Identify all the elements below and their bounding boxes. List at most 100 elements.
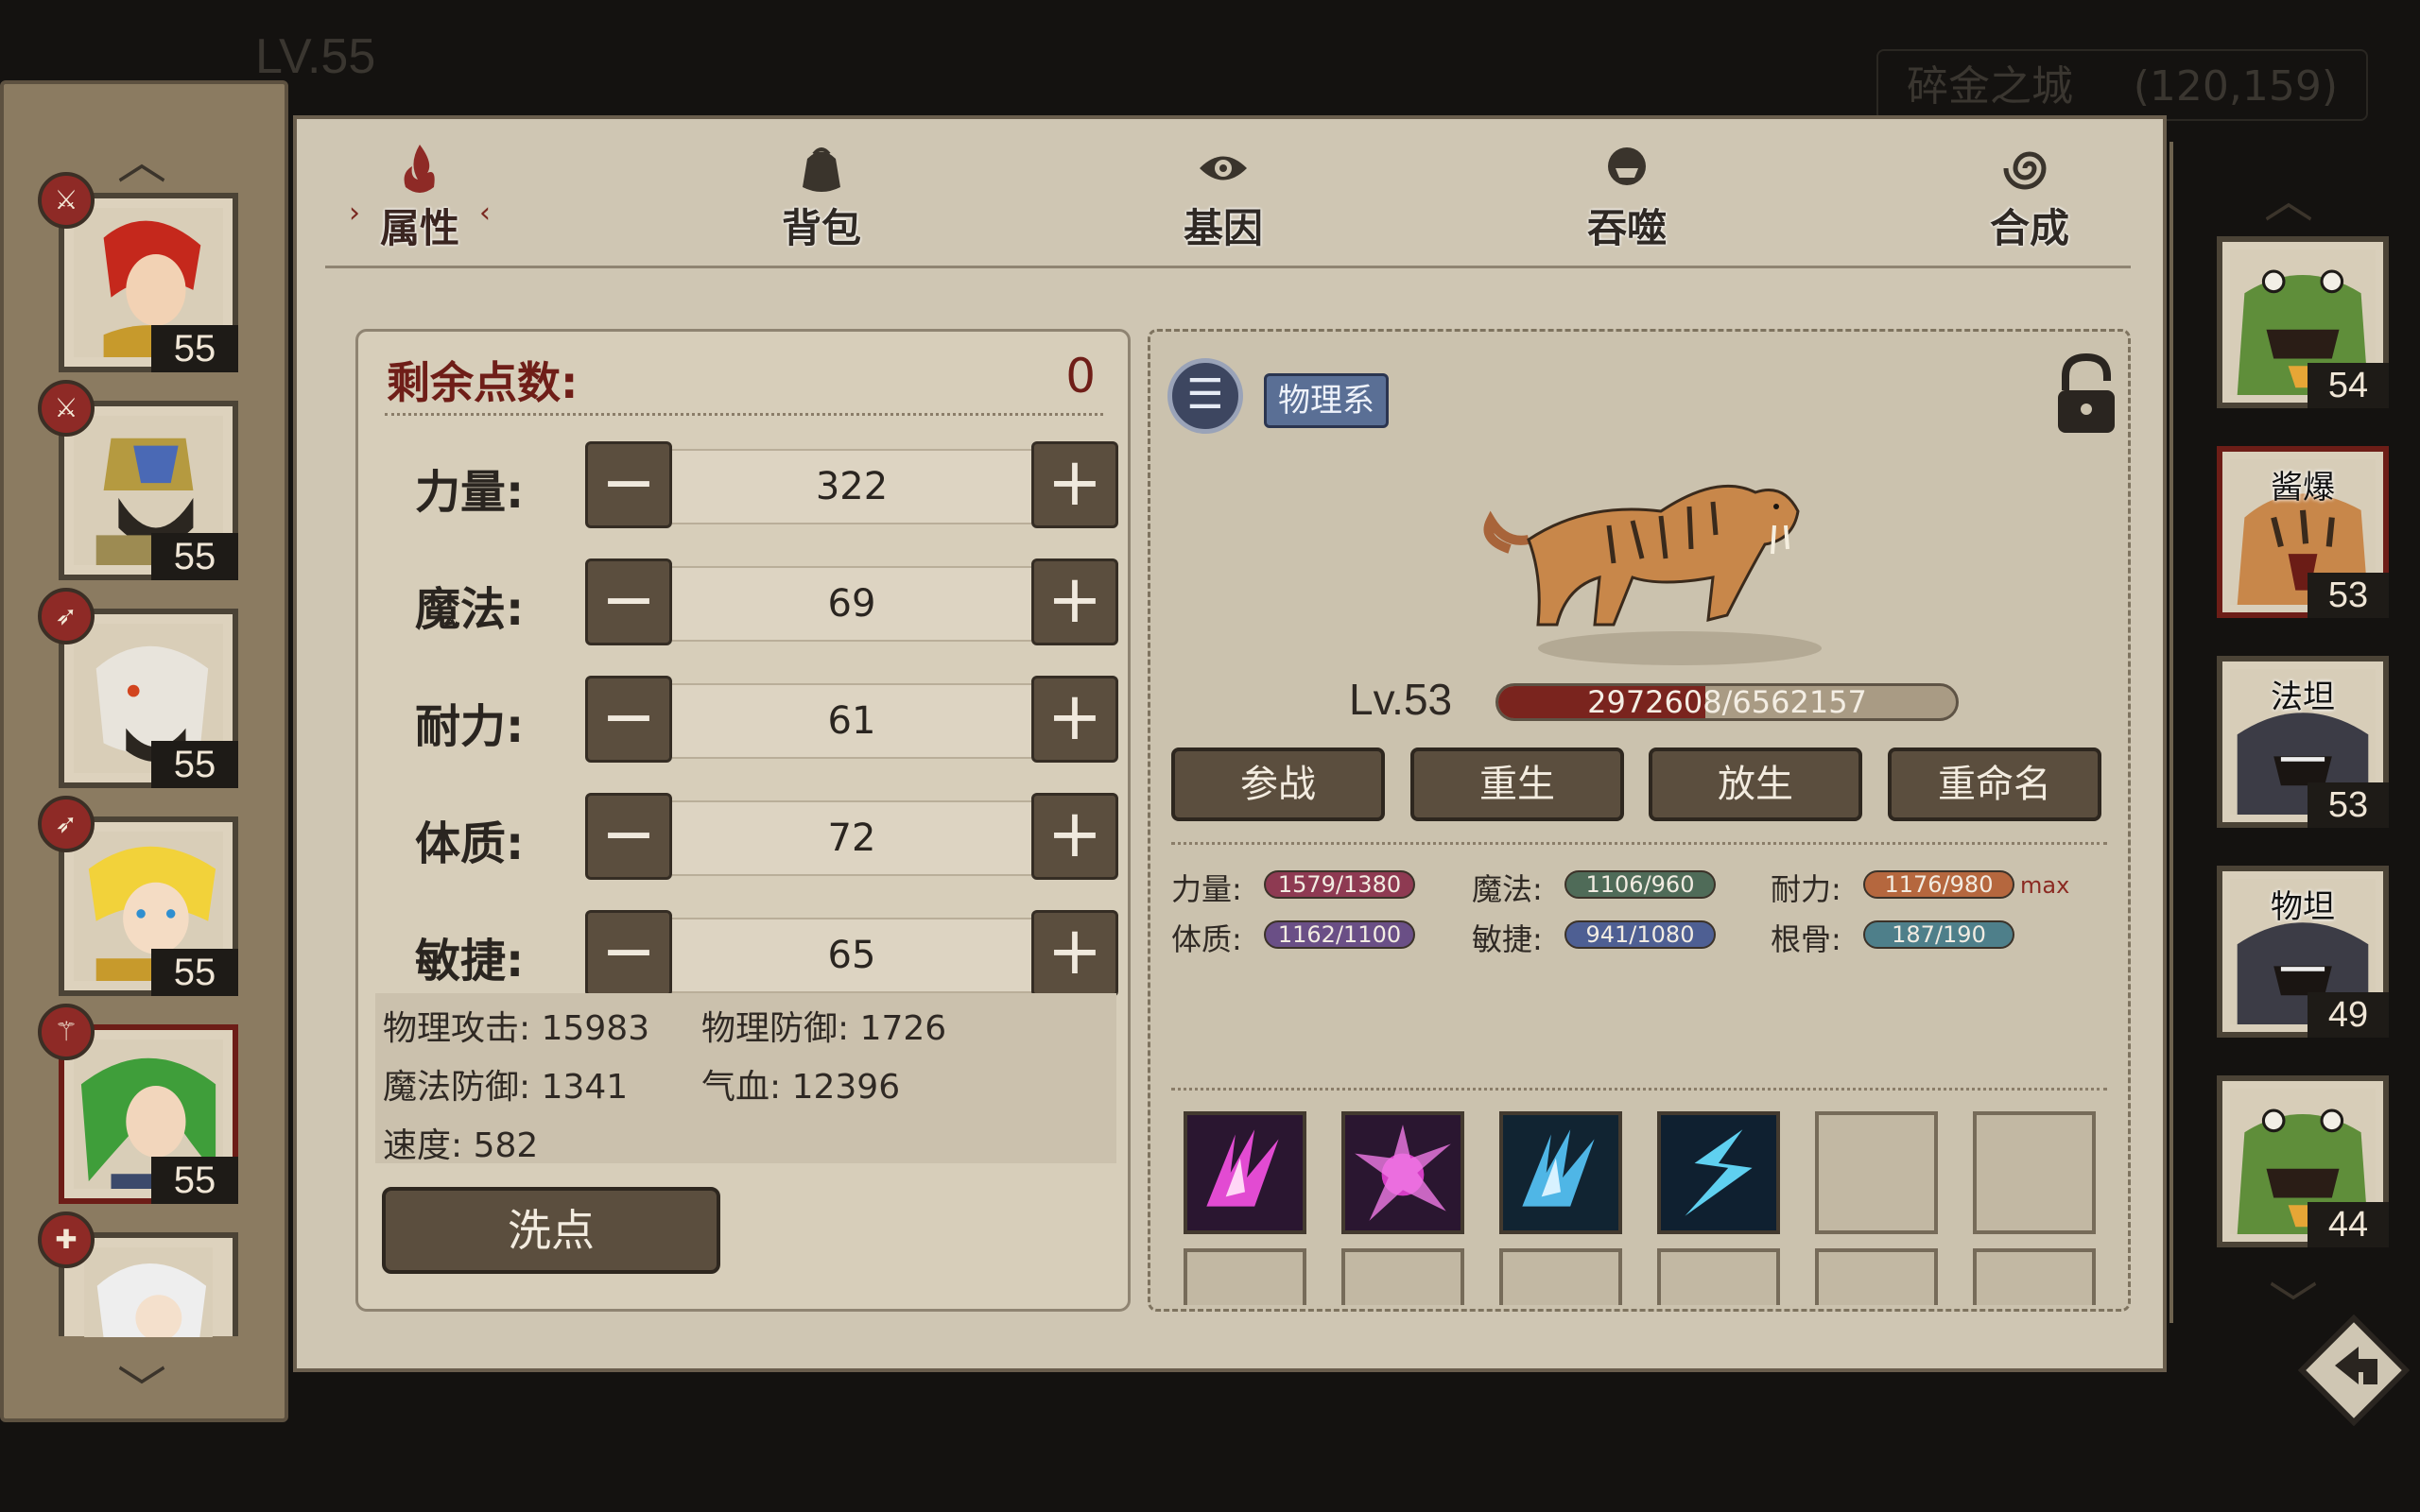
roster-card[interactable]: ⚔ 55 [38, 380, 238, 580]
scroll-up-icon[interactable]: ︿ [2264, 161, 2313, 232]
claw-magenta-icon [1187, 1115, 1303, 1230]
scroll-up-icon[interactable]: ︿ [117, 122, 166, 193]
tab-arrow-right-icon: › [349, 197, 360, 230]
back-arrow-icon[interactable] [2297, 1314, 2411, 1427]
pet-roster-card[interactable]: 54 [2217, 236, 2389, 408]
skill-slot-empty[interactable] [1973, 1248, 2096, 1305]
rename-button[interactable]: 重命名 [1888, 747, 2101, 821]
pet-roster-card[interactable]: 酱爆 53 [2217, 446, 2389, 618]
pet-nickname: 物坦 [2271, 888, 2335, 926]
stat-row-agility: 敏捷: − 65 + [358, 910, 1133, 1001]
cross-icon: ✚ [38, 1211, 95, 1268]
stat-value: 72 [672, 800, 1031, 876]
flame-icon [404, 145, 435, 193]
remaining-points-label: 剩余点数: [387, 357, 579, 408]
list-menu-icon[interactable]: ☰ [1167, 358, 1243, 434]
attribute-panel: 剩余点数: 0 力量: − 322 + 魔法: − 69 + 耐力: − 61 … [355, 329, 1131, 1312]
growth-bar-endurance: 1176/980 [1863, 870, 2014, 899]
roster-card[interactable]: ⚔ 55 [38, 172, 238, 372]
decrease-button[interactable]: − [585, 558, 672, 645]
unlock-icon[interactable] [2048, 352, 2124, 438]
skill-slot-empty[interactable] [1815, 1111, 1938, 1234]
stat-value: 61 [672, 683, 1031, 759]
tab-gene[interactable]: 基因 [1143, 140, 1304, 254]
increase-button[interactable]: + [1031, 910, 1118, 997]
pet-type-badge: 物理系 [1264, 373, 1389, 428]
growth-label-constitution: 体质: [1171, 921, 1242, 957]
tab-bag[interactable]: 背包 [741, 140, 902, 254]
pet-level: 53 [2308, 782, 2389, 828]
right-divider [2169, 142, 2173, 1323]
stat-row-magic: 魔法: − 69 + [358, 558, 1133, 649]
hero-level: 55 [151, 741, 238, 788]
increase-button[interactable]: + [1031, 793, 1118, 880]
skill-slot-empty[interactable] [1657, 1248, 1780, 1305]
hero-level: 55 [151, 949, 238, 996]
roster-card[interactable]: ➶ 55 [38, 796, 238, 996]
pet-roster-card[interactable]: 物坦 49 [2217, 866, 2389, 1038]
skill-slot-empty[interactable] [1815, 1248, 1938, 1305]
growth-label-agility: 敏捷: [1472, 921, 1543, 957]
skill-slot[interactable] [1341, 1111, 1464, 1234]
decrease-button[interactable]: − [585, 793, 672, 880]
roster-card[interactable]: ⚚ 55 [38, 1004, 238, 1204]
hp-stat: 气血: 12396 [701, 1068, 901, 1107]
growth-bar-strength: 1579/1380 [1264, 870, 1415, 899]
location-coords: (120,159) [2133, 62, 2338, 111]
increase-button[interactable]: + [1031, 676, 1118, 763]
stat-label: 耐力: [415, 700, 525, 753]
sword-icon: ⚔ [38, 172, 95, 229]
stat-label: 魔法: [415, 583, 525, 636]
divider [1171, 1088, 2107, 1092]
tab-synthesis[interactable]: 合成 [1949, 140, 2110, 254]
pet-roster-card[interactable]: 法坦 53 [2217, 656, 2389, 828]
pet-roster-card[interactable]: 44 [2217, 1075, 2389, 1247]
physical-defense: 物理防御: 1726 [701, 1009, 947, 1048]
skill-slot-empty[interactable] [1341, 1248, 1464, 1305]
experience-bar: 2972608/6562157 [1495, 683, 1959, 721]
sword-icon: ⚔ [38, 380, 95, 437]
hero-level: 55 [151, 533, 238, 580]
stat-label: 体质: [415, 817, 525, 870]
increase-button[interactable]: + [1031, 441, 1118, 528]
roster-card[interactable]: ➶ 55 [38, 588, 238, 788]
claw-cyan-icon [1503, 1115, 1618, 1230]
skill-slot-empty[interactable] [1973, 1111, 2096, 1234]
stat-label: 力量: [415, 466, 525, 519]
pet-detail-panel: ☰ 物理系 Lv.53 2972608/6562157 参战 重生 放生 重命名… [1148, 329, 2131, 1312]
hero-level: 55 [151, 1157, 238, 1204]
increase-button[interactable]: + [1031, 558, 1118, 645]
pet-tiger-image [1483, 484, 1822, 665]
skill-slot-empty[interactable] [1184, 1248, 1306, 1305]
decrease-button[interactable]: − [585, 676, 672, 763]
deploy-button[interactable]: 参战 [1171, 747, 1385, 821]
tab-label: 属性 [379, 205, 459, 251]
skill-slot[interactable] [1657, 1111, 1780, 1234]
player-level: LV.55 [255, 29, 376, 84]
growth-bar-magic: 1106/960 [1564, 870, 1716, 899]
pet-level: 44 [2308, 1202, 2389, 1247]
tab-label: 基因 [1183, 205, 1263, 251]
roster-card[interactable]: ✚ [38, 1211, 238, 1337]
rebirth-button[interactable]: 重生 [1410, 747, 1624, 821]
pet-nickname: 酱爆 [2271, 469, 2335, 507]
tab-label: 背包 [781, 205, 861, 251]
release-button[interactable]: 放生 [1649, 747, 1862, 821]
decrease-button[interactable]: − [585, 910, 672, 997]
tab-attributes[interactable]: › 属性 ‹ [339, 140, 500, 254]
reset-points-button[interactable]: 洗点 [382, 1187, 720, 1274]
skill-slot-empty[interactable] [1499, 1248, 1622, 1305]
decrease-button[interactable]: − [585, 441, 672, 528]
stat-row-constitution: 体质: − 72 + [358, 793, 1133, 884]
skill-slot[interactable] [1184, 1111, 1306, 1234]
growth-label-endurance: 耐力: [1771, 871, 1841, 907]
bow-icon: ➶ [38, 796, 95, 852]
experience-text: 2972608/6562157 [1587, 684, 1867, 720]
skill-slot[interactable] [1499, 1111, 1622, 1234]
tab-devour[interactable]: 吞噬 [1547, 140, 1707, 254]
scroll-down-icon[interactable]: ﹀ [117, 1350, 166, 1421]
remaining-points-value: 0 [1065, 349, 1096, 404]
growth-label-magic: 魔法: [1472, 871, 1543, 907]
spiral-icon [2003, 151, 2047, 190]
pet-level: 49 [2308, 992, 2389, 1038]
